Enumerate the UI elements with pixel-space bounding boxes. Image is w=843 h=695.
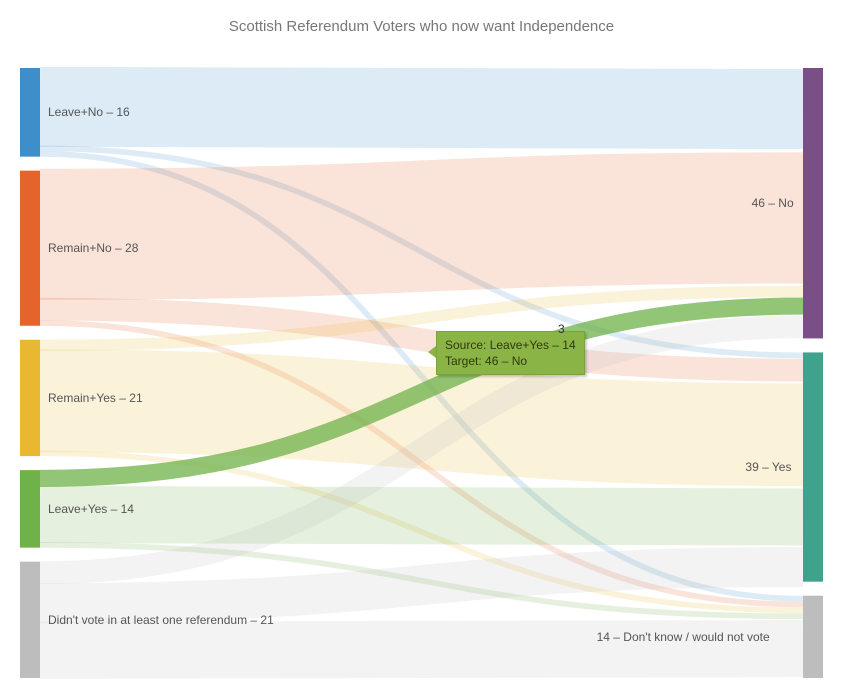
sankey-node[interactable] <box>20 68 40 157</box>
sankey-node[interactable] <box>803 68 823 338</box>
source-node-label: Remain+Yes – 21 <box>48 391 143 405</box>
sankey-link[interactable] <box>40 218 803 234</box>
sankey-node[interactable] <box>20 171 40 326</box>
sankey-link[interactable] <box>40 401 803 435</box>
tooltip-value: 3 <box>558 322 565 336</box>
sankey-link[interactable] <box>40 514 803 517</box>
source-node-label: Leave+No – 16 <box>48 105 130 119</box>
source-node-label: Didn't vote in at least one referendum –… <box>48 613 274 627</box>
target-node-label: 39 – Yes <box>745 460 791 474</box>
source-node-label: Remain+No – 28 <box>48 241 138 255</box>
sankey-tooltip: Source: Leave+Yes – 14 Target: 46 – No <box>436 331 585 375</box>
tooltip-arrow <box>428 346 436 358</box>
tooltip-source-line: Source: Leave+Yes – 14 <box>445 337 576 353</box>
target-node-label: 46 – No <box>752 196 794 210</box>
sankey-node[interactable] <box>20 562 40 678</box>
sankey-node[interactable] <box>20 340 40 456</box>
target-node-label: 14 – Don't know / would not vote <box>597 630 770 644</box>
sankey-node[interactable] <box>20 470 40 548</box>
sankey-link[interactable] <box>40 649 803 651</box>
sankey-node[interactable] <box>803 352 823 581</box>
tooltip-target-line: Target: 46 – No <box>445 353 576 369</box>
sankey-node[interactable] <box>803 596 823 678</box>
sankey-chart: Leave+No – 16 Remain+No – 28 Remain+Yes – … <box>0 58 843 688</box>
chart-title: Scottish Referendum Voters who now want … <box>0 0 843 58</box>
source-node-label: Leave+Yes – 14 <box>48 502 134 516</box>
sankey-link[interactable] <box>40 107 803 109</box>
